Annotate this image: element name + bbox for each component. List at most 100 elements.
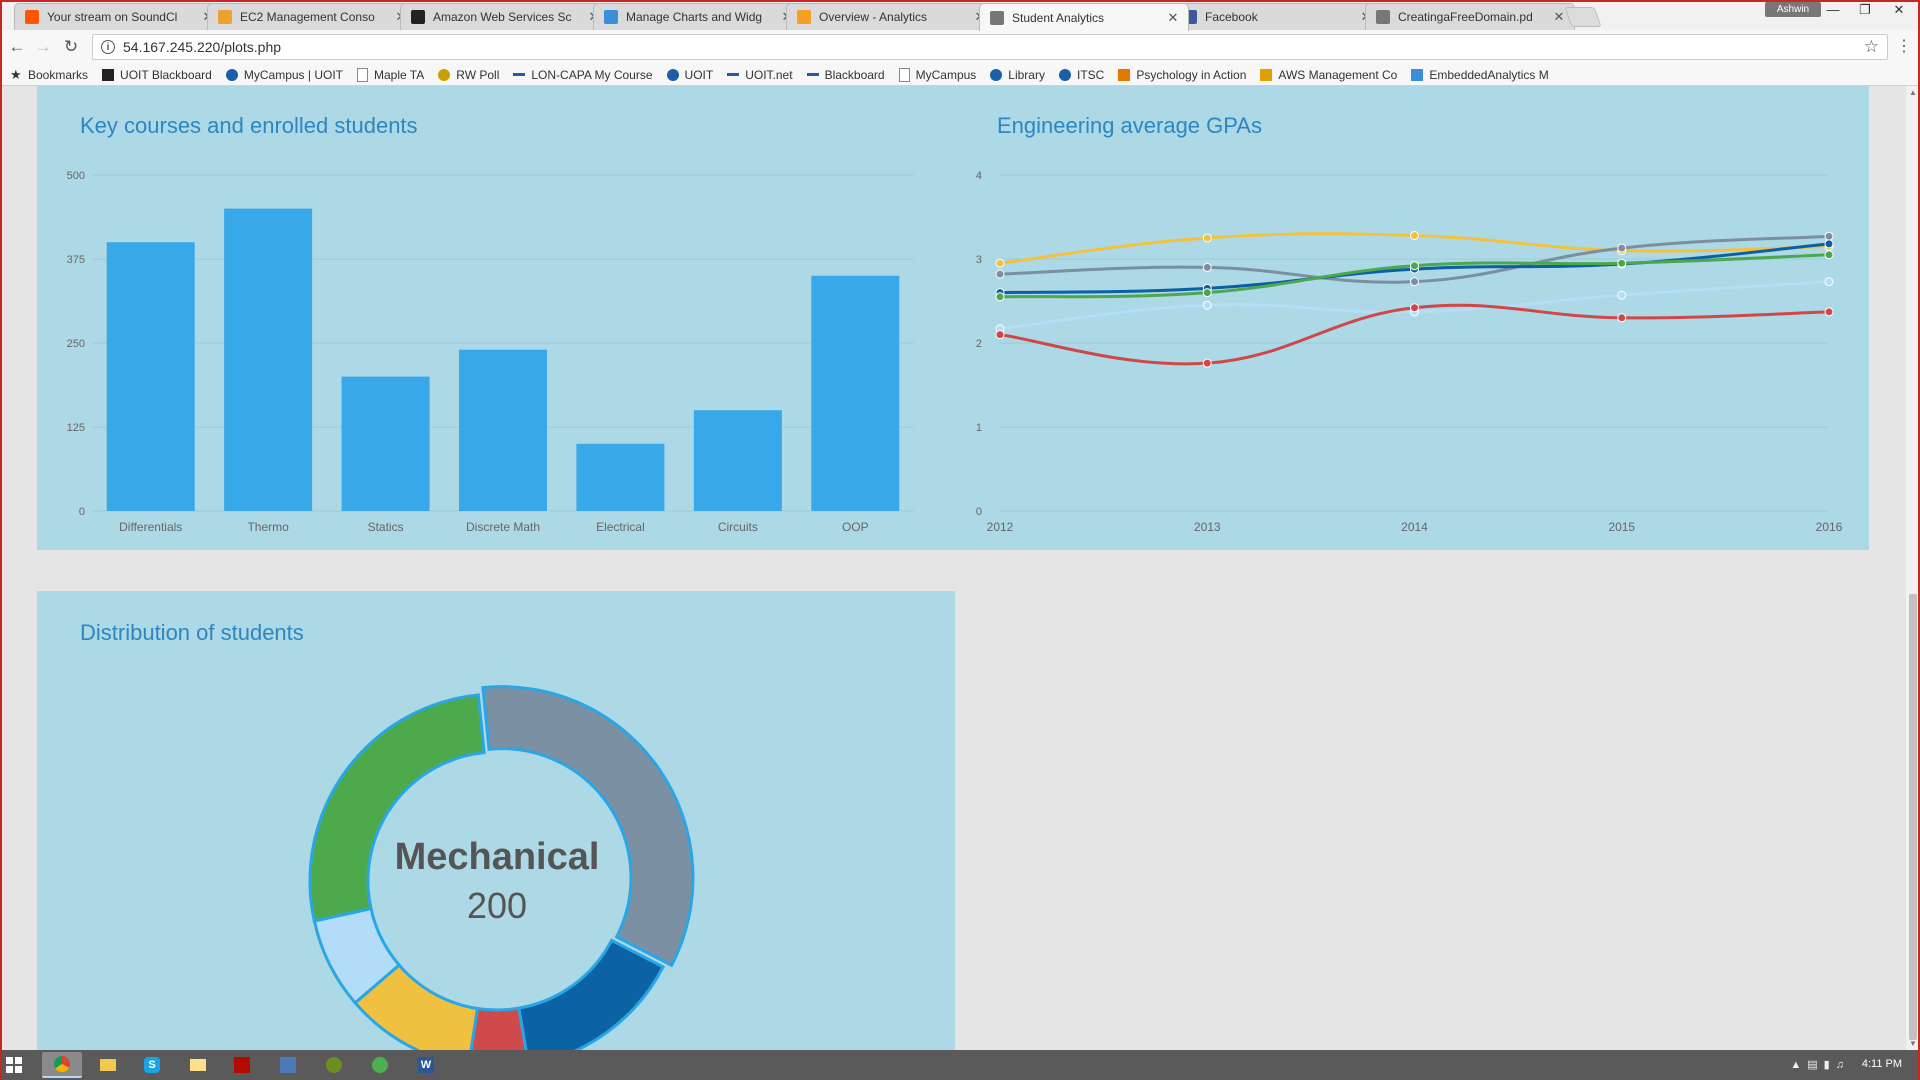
bar[interactable] [459, 349, 547, 511]
restore-icon[interactable]: ❐ [1850, 0, 1880, 20]
bar[interactable] [811, 275, 900, 511]
game-app-icon[interactable] [314, 1052, 354, 1078]
series-point[interactable] [1824, 277, 1834, 287]
bookmark-item[interactable]: ITSC [1058, 68, 1104, 82]
bar-x-tick: Thermo [247, 520, 289, 534]
line-chart: 0 1 2 3 4 2012 2013 2014 2015 2016 [976, 170, 1843, 534]
chart-icon [1411, 68, 1424, 81]
bookmark-item[interactable]: Psychology in Action [1118, 68, 1246, 82]
browser-tab[interactable]: EC2 Management Conso✕ [207, 3, 417, 30]
word-icon[interactable]: W [406, 1052, 446, 1078]
address-bar[interactable]: i 54.167.245.220/plots.php ☆ [92, 34, 1888, 60]
browser-tab[interactable]: Student Analytics ✕ [979, 3, 1189, 31]
tab-close-icon[interactable]: ✕ [1166, 10, 1180, 26]
series-point[interactable] [1202, 358, 1212, 368]
bookmark-label: Bookmarks [28, 67, 89, 82]
browser-tab[interactable]: Amazon Web Services Sc✕ [400, 3, 610, 30]
info-icon[interactable]: i [101, 40, 115, 54]
bookmark-item[interactable]: MyCampus [898, 67, 976, 82]
tab-title: Overview - Analytics [819, 10, 928, 24]
donut-slice[interactable] [517, 938, 666, 1050]
bookmark-item[interactable]: UOIT Blackboard [102, 68, 212, 82]
bookmark-item[interactable]: AWS Management Co [1260, 68, 1397, 82]
messenger-icon[interactable] [178, 1052, 218, 1078]
browser-tab[interactable]: Your stream on SoundCl✕ [14, 3, 224, 30]
line-x-tick: 2014 [1401, 520, 1428, 534]
bookmark-item[interactable]: EmbeddedAnalytics M [1411, 68, 1549, 82]
new-tab-button[interactable] [1564, 7, 1602, 27]
page-scrollbar[interactable]: ▲ ▼ [1906, 86, 1920, 1050]
network-app-icon[interactable] [268, 1052, 308, 1078]
donut-slice[interactable] [308, 693, 486, 923]
bar[interactable] [106, 242, 195, 511]
menu-dots-icon[interactable]: ⋮ [1896, 36, 1912, 56]
bookmark-star-icon[interactable]: ☆ [1864, 37, 1879, 57]
bookmark-item[interactable]: UOIT.net [727, 68, 793, 82]
acrobat-icon[interactable] [222, 1052, 262, 1078]
bookmark-item[interactable]: Maple TA [357, 67, 424, 82]
close-window-icon[interactable]: ✕ [1884, 0, 1914, 20]
browser-tab[interactable]: Overview - Analytics✕ [786, 3, 996, 30]
series-point[interactable] [1202, 262, 1212, 272]
bar[interactable] [693, 410, 782, 511]
clock[interactable]: 4:11 PM [1862, 1058, 1902, 1070]
tab-title: EC2 Management Conso [240, 10, 375, 24]
bookmark-item[interactable]: LON-CAPA My Course [513, 68, 653, 82]
series-point[interactable] [1824, 307, 1834, 317]
windows-start-icon[interactable] [6, 1057, 22, 1073]
reload-icon[interactable]: ↻ [60, 36, 82, 58]
dots-icon [513, 73, 526, 76]
bookmark-item[interactable]: Library [990, 68, 1045, 82]
tab-title: Amazon Web Services Sc [433, 10, 572, 24]
series-point[interactable] [995, 330, 1005, 340]
profile-badge[interactable]: Ashwin [1765, 2, 1821, 17]
bar[interactable] [341, 376, 430, 511]
scrollbar-thumb[interactable] [1909, 594, 1917, 1040]
series-point[interactable] [1824, 250, 1834, 260]
series-point[interactable] [1202, 288, 1212, 298]
system-tray[interactable]: ▲▤▮♫ [1790, 1058, 1850, 1071]
line-y-tick: 4 [976, 170, 982, 182]
bookmark-item[interactable]: Blackboard [806, 68, 885, 82]
series-point[interactable] [995, 292, 1005, 302]
series-point[interactable] [1617, 243, 1627, 253]
scroll-down-icon[interactable]: ▼ [1909, 1039, 1917, 1048]
minimize-icon[interactable]: — [1818, 0, 1848, 20]
bar[interactable] [224, 208, 313, 511]
series-point[interactable] [1617, 258, 1627, 268]
series-point[interactable] [1410, 230, 1419, 240]
tab-strip: Your stream on SoundCl✕EC2 Management Co… [0, 0, 1920, 31]
bookmark-item[interactable]: ★ Bookmarks [10, 68, 88, 82]
back-arrow-icon[interactable]: ← [6, 36, 28, 58]
series-point[interactable] [1824, 231, 1834, 241]
series-point[interactable] [1202, 300, 1212, 310]
line-x-tick: 2015 [1608, 520, 1635, 534]
browser-tab[interactable]: Manage Charts and Widg✕ [593, 3, 803, 30]
series-point[interactable] [995, 269, 1005, 279]
chrome-taskbar-icon[interactable] [42, 1052, 82, 1078]
url-text[interactable]: 54.167.245.220/plots.php [123, 39, 1864, 55]
poll-icon [438, 68, 451, 81]
bookmark-item[interactable]: RW Poll [438, 68, 499, 82]
series-point[interactable] [1410, 261, 1419, 271]
series-point[interactable] [1202, 233, 1212, 243]
bar[interactable] [576, 443, 665, 511]
browser-app-icon[interactable] [360, 1052, 400, 1078]
bookmark-label: Psychology in Action [1136, 67, 1247, 82]
bookmark-item[interactable]: UOIT [666, 68, 713, 82]
browser-tab[interactable]: CreatingaFreeDomain.pd ✕ [1365, 3, 1575, 30]
series-point[interactable] [1410, 303, 1419, 313]
series-point[interactable] [1824, 239, 1834, 249]
tab-close-icon[interactable]: ✕ [1552, 9, 1566, 25]
skype-icon[interactable]: S [132, 1052, 172, 1078]
bookmark-item[interactable]: MyCampus | UOIT [225, 68, 343, 82]
file-explorer-icon[interactable] [88, 1052, 128, 1078]
bar-x-tick: Differentials [119, 520, 182, 534]
series-point[interactable] [1410, 277, 1419, 287]
series-point[interactable] [995, 258, 1005, 268]
series-point[interactable] [1617, 313, 1627, 323]
forward-arrow-icon[interactable]: → [32, 36, 54, 58]
scroll-up-icon[interactable]: ▲ [1909, 88, 1917, 97]
series-point[interactable] [1617, 290, 1627, 300]
browser-tab[interactable]: Facebook✕ [1172, 3, 1382, 30]
